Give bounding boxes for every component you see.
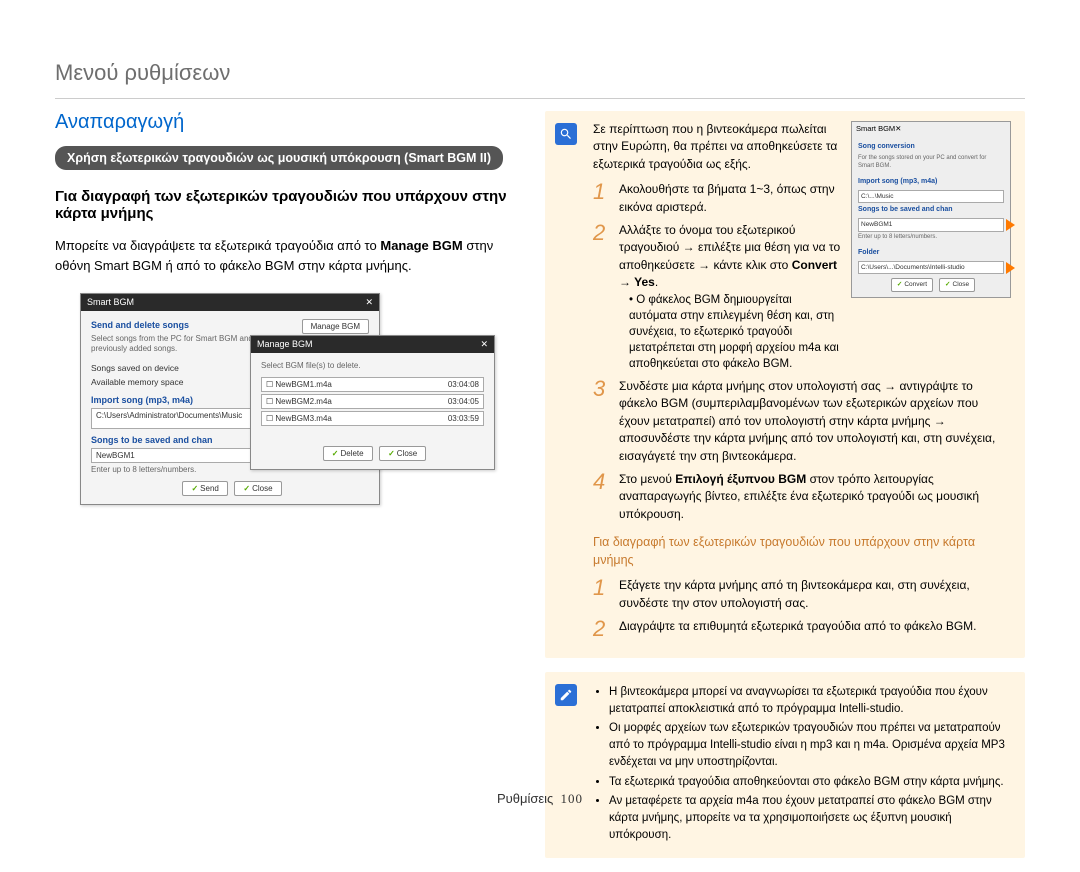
note-1: Η βιντεοκάμερα μπορεί να αναγνωρίσει τα … — [609, 684, 1011, 717]
del-step-2: 2Διαγράψτε τα επιθυμητά εξωτερικά τραγού… — [593, 618, 1011, 640]
row-label: Available memory space — [91, 377, 183, 387]
close-icon: ✕ — [365, 297, 373, 308]
step-2: 2 Αλλάξτε το όνομα του εξωτερικού τραγου… — [593, 222, 841, 372]
manage-bgm-window: Manage BGM ✕ Select BGM file(s) to delete… — [250, 335, 495, 470]
close-button[interactable]: ✓Close — [234, 481, 281, 496]
body-text-b: Manage BGM — [380, 238, 462, 253]
note-2: Οι μορφές αρχείων των εξωτερικών τραγουδ… — [609, 720, 1011, 770]
feature-chip: Χρήση εξωτερικών τραγουδιών ως μουσική υ… — [55, 146, 503, 170]
win1-title: Smart BGM — [87, 297, 134, 308]
divider — [55, 98, 1025, 99]
info-box-europe: Smart BGM✕ Song conversion For the songs… — [545, 111, 1025, 658]
section-title: Αναπαραγωγή — [55, 111, 515, 134]
page-title: Μενού ρυθμίσεων — [55, 60, 1025, 86]
screenshot-illustration: Smart BGM ✕ Send and delete songs Manage … — [55, 293, 515, 553]
close-icon: ✕ — [480, 339, 488, 350]
win1-head1: Send and delete songs — [91, 320, 189, 330]
body-paragraph: Μπορείτε να διαγράψετε τα εξωτερικά τραγ… — [55, 236, 515, 275]
win2-title: Manage BGM — [257, 339, 313, 350]
step-1: 1 Ακολουθήστε τα βήματα 1~3, όπως στην ε… — [593, 181, 841, 216]
body-text-a: Μπορείτε να διαγράψετε τα εξωτερικά τραγ… — [55, 238, 380, 253]
page-number: 100 — [561, 791, 584, 806]
convert-button[interactable]: ✓Convert — [891, 278, 933, 291]
row-label: Songs saved on device — [91, 363, 179, 373]
delete-steps-title: Για διαγραφή των εξωτερικών τραγουδιών π… — [593, 533, 1011, 569]
path-input[interactable]: C:\Users\Administrator\Documents\Music — [96, 411, 242, 426]
delete-subheading: Για διαγραφή των εξωτερικών τραγουδιών π… — [55, 188, 515, 222]
step-4: 4 Στο μενού Επιλογή έξυπνου BGM στον τρό… — [593, 471, 1011, 523]
page-footer: Ρυθμίσεις 100 — [0, 791, 1080, 807]
inline-convert-window: Smart BGM✕ Song conversion For the songs… — [851, 121, 1011, 298]
footer-label: Ρυθμίσεις — [497, 791, 553, 806]
send-button[interactable]: ✓Send — [182, 481, 227, 496]
note-3: Τα εξωτερικά τραγούδια αποθηκεύονται στο… — [609, 774, 1011, 791]
close-button2[interactable]: ✓Close — [939, 278, 975, 291]
pen-icon — [555, 684, 577, 706]
del-step-1: 1Εξάγετε την κάρτα μνήμης από τη βιντεοκ… — [593, 577, 1011, 612]
close-button[interactable]: ✓Close — [379, 446, 426, 461]
manage-bgm-button[interactable]: Manage BGM — [302, 319, 369, 334]
song-name-input[interactable]: NewBGM1 — [96, 451, 135, 460]
step-3: 3 Συνδέστε μια κάρτα μνήμης στον υπολογι… — [593, 378, 1011, 465]
delete-button[interactable]: ✓Delete — [323, 446, 373, 461]
win2-desc: Select BGM file(s) to delete. — [261, 361, 484, 371]
info-box-notes: Η βιντεοκάμερα μπορεί να αναγνωρίσει τα … — [545, 672, 1025, 858]
magnify-icon — [555, 123, 577, 145]
